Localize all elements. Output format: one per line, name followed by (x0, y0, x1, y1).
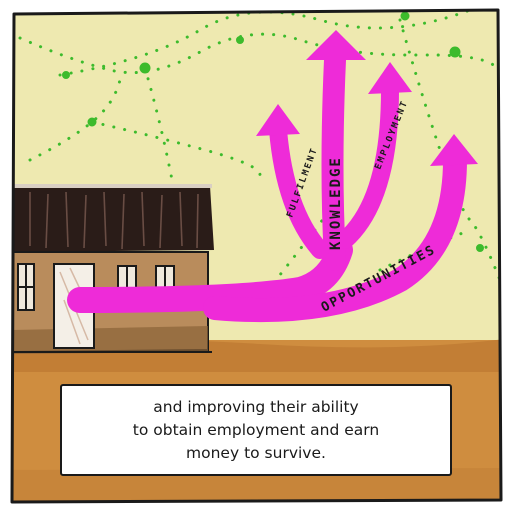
knowledge-label: KNOWLEDGE (328, 156, 344, 250)
caption-line-2: to obtain employment and earn (132, 420, 380, 439)
house-illustration (12, 184, 214, 354)
caption-text: and improving their ability to obtain em… (133, 396, 379, 465)
caption-box: and improving their ability to obtain em… (60, 384, 452, 476)
caption-line-1: and improving their ability (153, 397, 359, 416)
comic-panel: KNOWLEDGE FULFILMENT EMPLOYMENT OPPORTUN… (0, 0, 512, 512)
caption-line-3: money to survive. (186, 443, 326, 462)
